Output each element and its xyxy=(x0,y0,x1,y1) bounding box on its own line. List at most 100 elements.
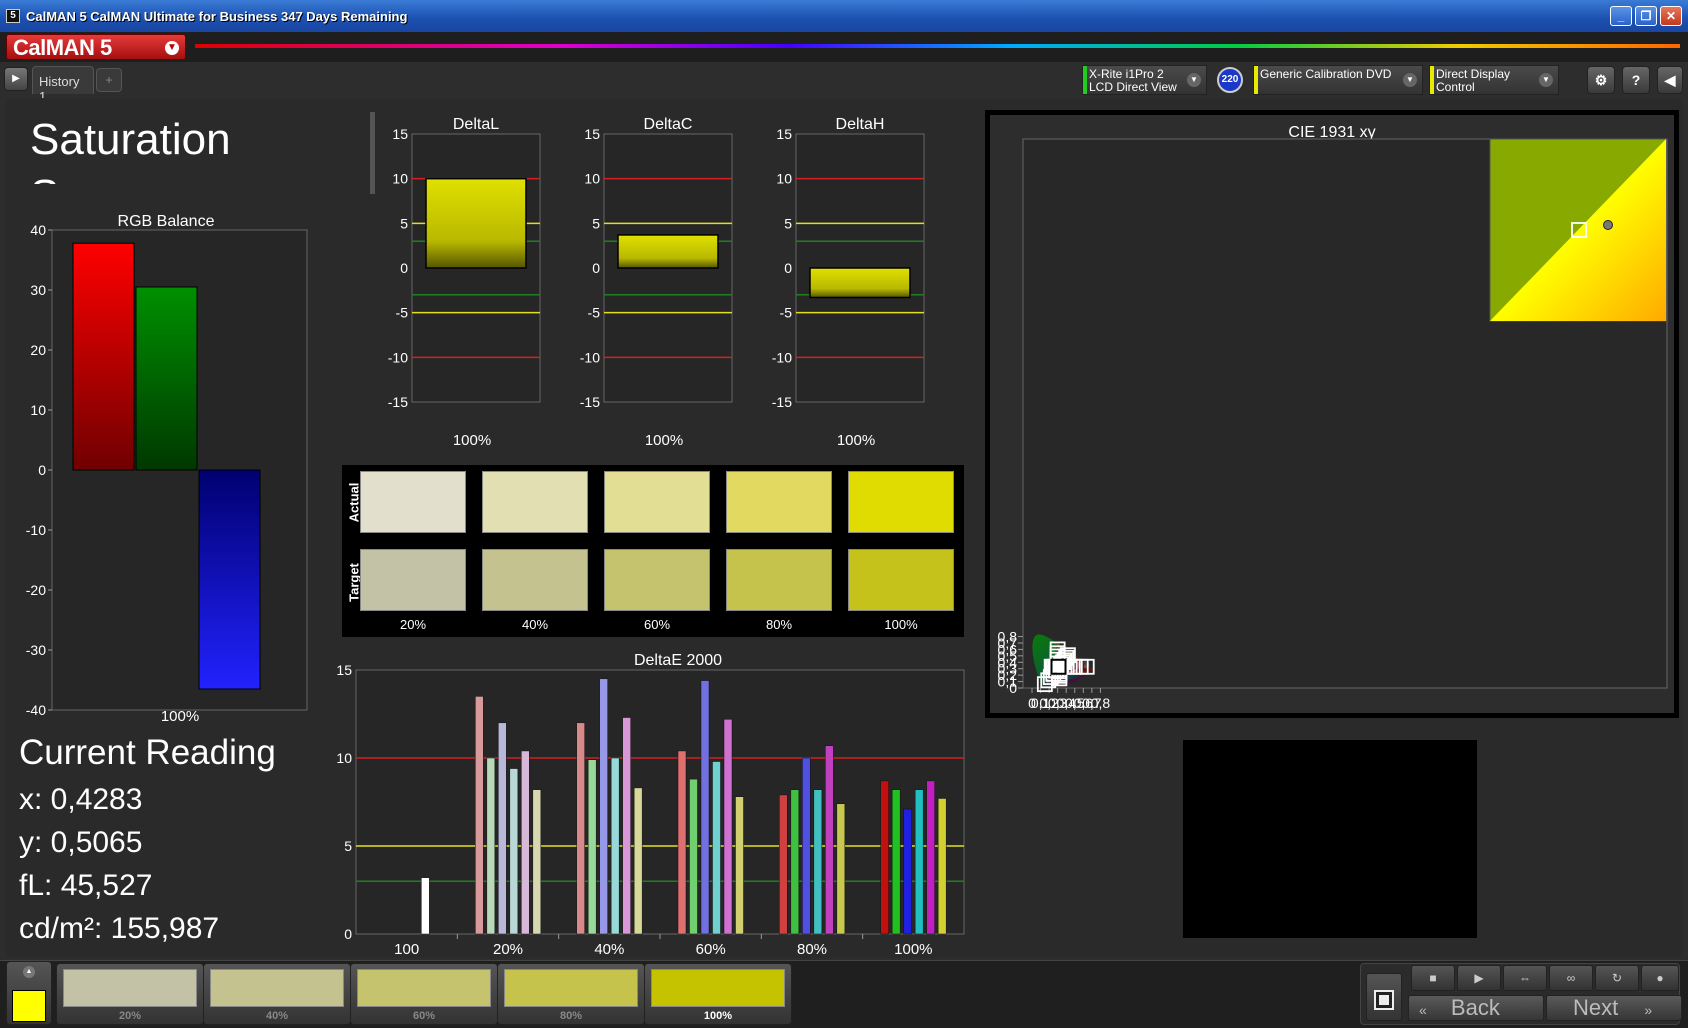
deltae-bar xyxy=(937,798,947,935)
delta-tick-label: -10 xyxy=(580,349,600,365)
delta-tick-label: -10 xyxy=(388,349,408,365)
reading-fl: fL: 45,527 xyxy=(19,869,153,902)
actual-swatch xyxy=(848,471,954,533)
deltae-bar xyxy=(825,745,834,935)
delta-tick-label: -5 xyxy=(588,305,601,321)
minimize-button[interactable]: _ xyxy=(1610,6,1632,26)
actual-swatch xyxy=(482,471,588,533)
help-icon[interactable]: ? xyxy=(1622,66,1650,94)
deltae-bar xyxy=(735,796,744,935)
display-name: Direct Display Control xyxy=(1436,67,1511,94)
stop-small-icon[interactable]: ■ xyxy=(1411,965,1455,991)
deltae-category-label: 100% xyxy=(894,941,932,958)
loop-icon[interactable]: ∞ xyxy=(1549,965,1593,991)
step-100-percent[interactable]: 100% xyxy=(644,963,792,1025)
deltae-bar xyxy=(689,778,698,935)
step-80-percent[interactable]: 80% xyxy=(497,963,645,1025)
deltae-bar xyxy=(599,678,608,935)
deltae-category-label: 20% xyxy=(493,941,523,958)
deltae-tick-label: 15 xyxy=(336,662,352,678)
step-40-percent[interactable]: 40% xyxy=(203,963,351,1025)
zoom-measured-point xyxy=(1603,220,1613,230)
tab-history[interactable]: History 1 xyxy=(32,66,94,104)
delta-tick-label: 15 xyxy=(776,126,792,142)
reading-y: y: 0,5065 xyxy=(19,826,143,859)
close-button[interactable]: ✕ xyxy=(1660,6,1682,26)
meter-selector[interactable]: X-Rite i1Pro 2 LCD Direct View ▼ xyxy=(1082,65,1207,95)
cie-x-tick-label: 0,8 xyxy=(1091,695,1111,711)
calman-menu-button[interactable]: CalMAN 5 ▼ xyxy=(6,34,186,60)
deltae-bar xyxy=(926,780,935,935)
source-selector[interactable]: Generic Calibration DVD ▼ xyxy=(1253,65,1423,95)
rgb-bar-r xyxy=(72,242,135,471)
refresh-icon[interactable]: ↻ xyxy=(1595,965,1639,991)
restore-button[interactable]: ❐ xyxy=(1635,6,1657,26)
window-title: CalMAN 5 CalMAN Ultimate for Business 34… xyxy=(26,8,408,24)
delta-chart-title: DeltaC xyxy=(644,116,693,133)
deltae-bar xyxy=(914,789,924,935)
deltae-bar xyxy=(779,794,788,935)
deltae-bar xyxy=(880,780,889,935)
more-icon[interactable]: ● xyxy=(1641,965,1679,991)
meter-color-bar xyxy=(1083,66,1087,94)
scroll-handle[interactable] xyxy=(370,112,375,194)
deltae-bar xyxy=(475,696,484,935)
stop-button[interactable] xyxy=(1366,973,1402,1021)
step-60-percent[interactable]: 60% xyxy=(350,963,498,1025)
step-color-chip xyxy=(63,969,197,1007)
step-color-chip xyxy=(357,969,491,1007)
step-icon[interactable]: ⇔ xyxy=(1503,965,1547,991)
rgb-tick-label: 20 xyxy=(30,342,46,358)
deltae-tick-label: 0 xyxy=(344,926,352,942)
deltae-category-label: 60% xyxy=(696,941,726,958)
play-icon[interactable]: ▶ xyxy=(4,67,28,91)
deltae-bar xyxy=(509,768,519,935)
play-icon[interactable]: ▶ xyxy=(1457,965,1501,991)
deltae-category-label: 80% xyxy=(797,941,827,958)
current-reading-title: Current Reading xyxy=(19,733,276,772)
swatch-label: 100% xyxy=(884,617,918,632)
deltae-bar xyxy=(421,877,430,935)
deltae-bar xyxy=(813,789,823,935)
delta-tick-label: 15 xyxy=(584,126,600,142)
delta-tick-label: -15 xyxy=(388,394,408,410)
actual-swatch xyxy=(726,471,832,533)
next-button[interactable]: Next » xyxy=(1546,995,1682,1021)
deltae-bar xyxy=(587,759,597,935)
cie-y-tick-label: 0,8 xyxy=(998,629,1018,645)
delta-bar xyxy=(425,177,527,269)
target-swatch xyxy=(848,549,954,611)
deltae-bar xyxy=(633,787,643,935)
back-label: Back xyxy=(1450,995,1500,1020)
rgb-tick-label: -20 xyxy=(26,582,46,598)
current-color-swatch xyxy=(12,990,46,1022)
delta-chart-title: DeltaL xyxy=(453,116,499,133)
cie-title: CIE 1931 xy xyxy=(1288,124,1375,141)
delta-tick-label: 0 xyxy=(400,260,408,276)
gear-icon[interactable]: ⚙ xyxy=(1587,66,1615,94)
reading-cdm2: cd/m²: 155,987 xyxy=(19,912,220,945)
target-swatch xyxy=(360,549,466,611)
back-button[interactable]: « Back xyxy=(1408,995,1544,1021)
add-tab-button[interactable]: + xyxy=(96,68,122,92)
delta-tick-label: 10 xyxy=(776,171,792,187)
deltae-bar xyxy=(622,717,631,935)
swatch-label: 80% xyxy=(765,617,793,632)
delta-tick-label: 5 xyxy=(400,215,408,231)
deltae-bar xyxy=(610,757,620,935)
delta-category-label: 100% xyxy=(453,432,491,449)
deltae-bar xyxy=(532,789,542,935)
delta-chart-title: DeltaH xyxy=(836,116,885,133)
target-swatch xyxy=(604,549,710,611)
current-color-button[interactable]: ▲ xyxy=(6,961,52,1025)
rgb-tick-label: 30 xyxy=(30,282,46,298)
rgb-tick-label: -10 xyxy=(26,522,46,538)
meter-badge[interactable]: 220 xyxy=(1217,67,1243,93)
step-20-percent[interactable]: 20% xyxy=(56,963,204,1025)
delta-category-label: 100% xyxy=(837,432,875,449)
deltae-category-label: 100 xyxy=(394,941,419,958)
display-selector[interactable]: Direct Display Control ▼ xyxy=(1429,65,1559,95)
rgb-balance-title: RGB Balance xyxy=(118,213,215,230)
swatch-label: 20% xyxy=(399,617,427,632)
collapse-icon[interactable]: ◀ xyxy=(1657,66,1683,94)
